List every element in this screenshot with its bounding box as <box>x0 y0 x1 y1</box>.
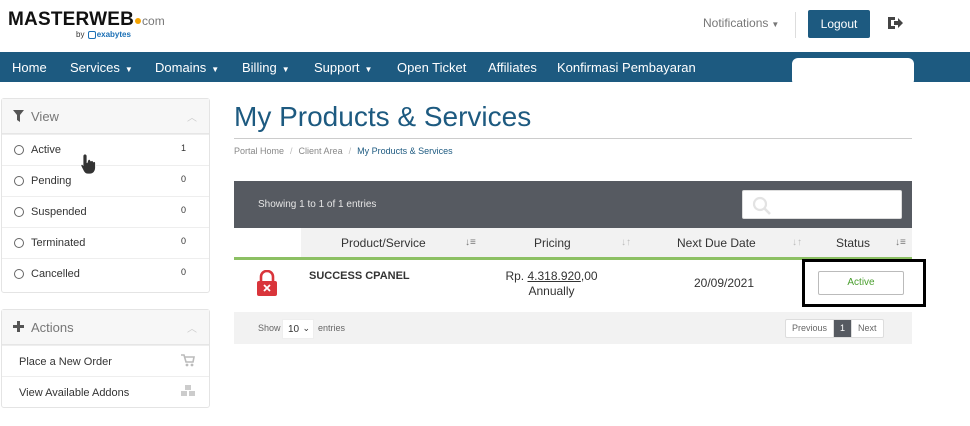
caret-down-icon: ▼ <box>124 65 133 74</box>
title-divider <box>234 138 912 139</box>
radio-icon[interactable] <box>14 145 24 155</box>
nav-home[interactable]: Home <box>12 60 47 75</box>
logo-text: MASTERWEB <box>8 9 135 30</box>
product-name[interactable]: SUCCESS CPANEL <box>309 270 410 282</box>
sign-out-icon[interactable] <box>886 14 904 32</box>
count-badge: 0 <box>181 205 187 215</box>
hand-cursor-icon <box>80 153 96 175</box>
redaction-patch <box>792 58 914 86</box>
product-price: Rp. 4.318.920,00 Annually <box>505 269 598 298</box>
nav-support[interactable]: Support ▼ <box>314 60 372 75</box>
chevron-up-icon[interactable]: ︿ <box>187 109 197 124</box>
nav-open-ticket[interactable]: Open Ticket <box>397 60 466 75</box>
cubes-icon <box>181 385 195 396</box>
radio-icon[interactable] <box>14 176 24 186</box>
count-badge: 0 <box>181 267 187 277</box>
logo-dot <box>135 17 142 24</box>
view-panel-header[interactable]: View ︿ <box>2 99 209 134</box>
view-available-addons-link[interactable]: View Available Addons <box>2 376 209 407</box>
count-badge: 1 <box>181 143 187 153</box>
masterweb-logo[interactable]: MASTERWEB com by exabytes <box>8 9 165 39</box>
logo-suffix: com <box>142 14 165 28</box>
column-status[interactable]: Status ↓≡ <box>809 228 912 258</box>
logo-subtitle: by exabytes <box>76 30 131 39</box>
sort-icon: ↓↑ <box>792 237 802 248</box>
caret-down-icon: ▼ <box>771 20 780 29</box>
filter-active[interactable]: Active 1 <box>2 134 209 165</box>
chevron-down-icon: ⌄ <box>302 323 310 333</box>
breadcrumb-current: My Products & Services <box>357 146 453 156</box>
count-badge: 0 <box>181 236 187 246</box>
pagination-page-1[interactable]: 1 <box>833 320 853 337</box>
nav-domains[interactable]: Domains ▼ <box>155 60 219 75</box>
breadcrumb-portal-home[interactable]: Portal Home <box>234 146 284 156</box>
table-toolbar: Showing 1 to 1 of 1 entries <box>234 181 912 228</box>
top-header: MASTERWEB com by exabytes Notifications ▼ … <box>0 0 970 52</box>
actions-panel-title: Actions <box>31 320 74 335</box>
table-footer: Show 10 ⌄ entries Previous 1 Next <box>234 312 912 344</box>
radio-icon[interactable] <box>14 207 24 217</box>
count-badge: 0 <box>181 174 187 184</box>
next-due-date: 20/09/2021 <box>693 276 755 290</box>
filter-pending[interactable]: Pending 0 <box>2 165 209 196</box>
place-new-order-link[interactable]: Place a New Order <box>2 345 209 376</box>
filter-suspended[interactable]: Suspended 0 <box>2 196 209 227</box>
breadcrumb: Portal Home / Client Area / My Products & Se… <box>234 146 453 156</box>
chevron-up-icon[interactable]: ︿ <box>187 320 197 335</box>
filter-cancelled[interactable]: Cancelled 0 <box>2 258 209 289</box>
logout-button[interactable]: Logout <box>808 10 870 38</box>
nav-billing[interactable]: Billing ▼ <box>242 60 290 75</box>
cart-icon <box>181 354 195 367</box>
caret-down-icon: ▼ <box>211 65 220 74</box>
exabytes-icon <box>87 30 96 39</box>
view-panel: View ︿ Active 1 Pending 0 Suspended 0 Te… <box>1 98 210 293</box>
sort-icon: ↓↑ <box>621 237 631 248</box>
pagination-next[interactable]: Next <box>852 320 883 337</box>
caret-down-icon: ▼ <box>364 65 373 74</box>
nav-services[interactable]: Services ▼ <box>70 60 133 75</box>
radio-icon[interactable] <box>14 238 24 248</box>
table-search-input[interactable] <box>742 190 902 219</box>
notifications-label: Notifications <box>703 16 769 30</box>
show-label: Show <box>258 323 281 333</box>
column-pricing[interactable]: Pricing ↓↑ <box>482 228 637 258</box>
entries-label: entries <box>318 323 346 333</box>
billing-cycle: Annually <box>528 284 575 298</box>
sort-asc-icon: ↓≡ <box>895 237 906 248</box>
actions-panel-header[interactable]: Actions ︿ <box>2 310 209 345</box>
plus-icon <box>13 321 24 332</box>
view-panel-title: View <box>31 109 59 124</box>
notifications-dropdown[interactable]: Notifications ▼ <box>703 16 779 30</box>
pagination-previous[interactable]: Previous <box>786 320 833 337</box>
radio-icon[interactable] <box>14 269 24 279</box>
table-info: Showing 1 to 1 of 1 entries <box>258 199 377 210</box>
search-icon <box>752 196 771 215</box>
nav-affiliates[interactable]: Affiliates <box>488 60 537 75</box>
nav-konfirmasi-pembayaran[interactable]: Konfirmasi Pembayaran <box>557 60 696 75</box>
filter-icon <box>13 110 24 122</box>
actions-panel: Actions ︿ Place a New Order View Availab… <box>1 309 210 408</box>
sort-desc-icon: ↓≡ <box>465 237 476 248</box>
column-product-service[interactable]: Product/Service ↓≡ <box>301 228 482 258</box>
page-title: My Products & Services <box>234 101 532 132</box>
page-size-select[interactable]: 10 ⌄ <box>282 319 314 339</box>
column-next-due-date[interactable]: Next Due Date ↓↑ <box>637 228 809 258</box>
lock-icon <box>257 270 277 296</box>
filter-terminated[interactable]: Terminated 0 <box>2 227 209 258</box>
header-divider <box>795 12 796 38</box>
caret-down-icon: ▼ <box>281 65 290 74</box>
breadcrumb-client-area[interactable]: Client Area <box>299 146 343 156</box>
annotation-highlight-box <box>802 259 926 307</box>
pagination: Previous 1 Next <box>785 319 884 338</box>
